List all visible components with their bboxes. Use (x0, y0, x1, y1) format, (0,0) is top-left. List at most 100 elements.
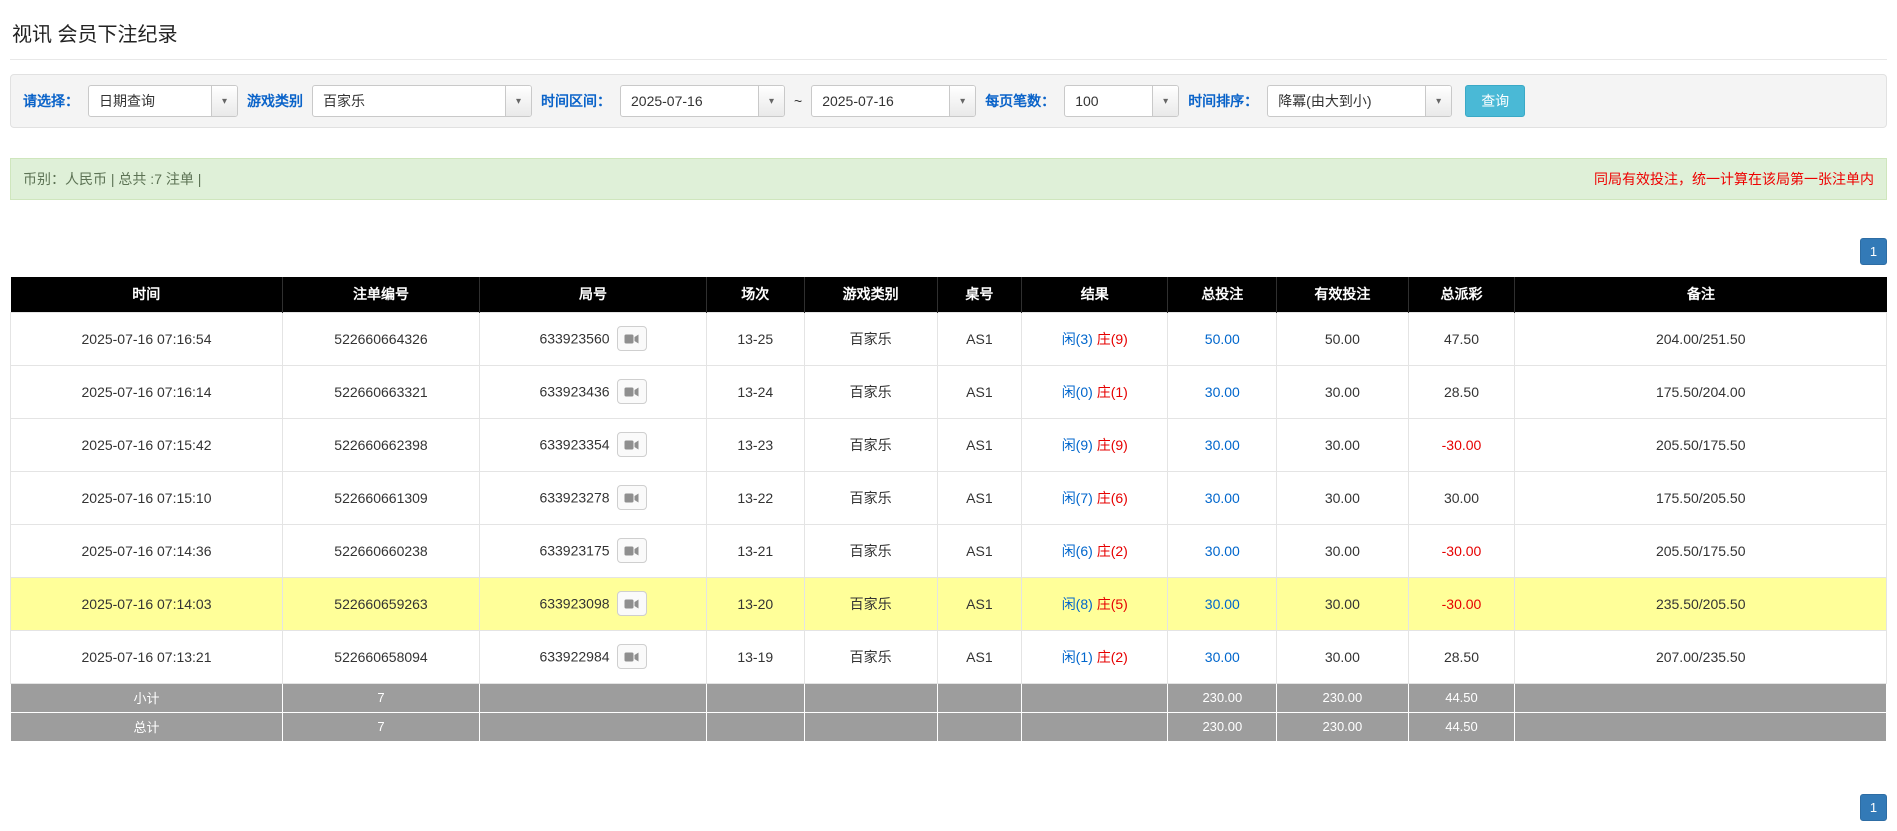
round-detail-button[interactable] (617, 538, 647, 563)
round-detail-button[interactable] (617, 591, 647, 616)
page: 视讯 会员下注纪录 请选择： 日期查询 ▾ 游戏类别 百家乐 ▾ 时间区间： 2… (0, 0, 1897, 831)
cell-table-number: AS1 (937, 630, 1021, 683)
round-detail-button[interactable] (617, 485, 647, 510)
cell-payout: -30.00 (1408, 524, 1515, 577)
column-header: 游戏类别 (804, 277, 937, 312)
cell-result: 闲(8) 庄(5) (1022, 577, 1168, 630)
cell-session: 13-20 (706, 577, 804, 630)
cell-game-type: 百家乐 (804, 630, 937, 683)
cell-result: 闲(1) 庄(2) (1022, 630, 1168, 683)
page-button[interactable]: 1 (1860, 794, 1887, 821)
cell-total-bet[interactable]: 30.00 (1168, 365, 1277, 418)
cell-game-type: 百家乐 (804, 365, 937, 418)
cell-round: 633923436 (479, 365, 706, 418)
combo-value: 2025-07-16 (621, 86, 758, 116)
cell-total-bet[interactable]: 30.00 (1168, 418, 1277, 471)
search-button[interactable]: 查询 (1465, 85, 1525, 117)
page-title: 视讯 会员下注纪录 (12, 18, 1887, 47)
chevron-down-icon[interactable]: ▾ (758, 86, 784, 116)
video-replay-icon (624, 598, 639, 610)
cell-session: 13-25 (706, 312, 804, 365)
date-to-picker[interactable]: 2025-07-16 ▾ (811, 85, 976, 117)
cell-summary-valid-bet: 230.00 (1277, 712, 1408, 741)
table-header-row: 时间注单编号局号场次游戏类别桌号结果总投注有效投注总派彩备注 (11, 277, 1887, 312)
cell-time: 2025-07-16 07:13:21 (11, 630, 283, 683)
result-banker: 庄(5) (1097, 596, 1128, 612)
cell-total-bet[interactable]: 50.00 (1168, 312, 1277, 365)
result-player: 闲(7) (1062, 490, 1093, 506)
cell-time: 2025-07-16 07:15:10 (11, 471, 283, 524)
chevron-down-icon[interactable]: ▾ (949, 86, 975, 116)
cell-note: 204.00/251.50 (1515, 312, 1887, 365)
cell-empty (479, 683, 706, 712)
video-replay-icon (624, 492, 639, 504)
round-number: 633923354 (539, 437, 609, 453)
round-detail-button[interactable] (617, 644, 647, 669)
sort-combo[interactable]: 降冪(由大到小) ▾ (1267, 85, 1452, 117)
round-number: 633923560 (539, 331, 609, 347)
cell-game-type: 百家乐 (804, 418, 937, 471)
page-size-combo[interactable]: 100 ▾ (1064, 85, 1179, 117)
chevron-down-icon[interactable]: ▾ (211, 86, 237, 116)
table-footer: 小计7230.00230.0044.50总计7230.00230.0044.50 (11, 683, 1887, 741)
cell-bet-id: 522660663321 (283, 365, 480, 418)
table-row: 2025-07-16 07:14:36522660660238633923175… (11, 524, 1887, 577)
cell-total-bet[interactable]: 30.00 (1168, 524, 1277, 577)
combo-value: 100 (1065, 86, 1152, 116)
cell-bet-id: 522660662398 (283, 418, 480, 471)
cell-table-number: AS1 (937, 524, 1021, 577)
cell-valid-bet: 30.00 (1277, 630, 1408, 683)
cell-empty (804, 712, 937, 741)
cell-summary-payout: 44.50 (1408, 683, 1515, 712)
chevron-down-icon[interactable]: ▾ (1425, 86, 1451, 116)
cell-empty (937, 712, 1021, 741)
cell-note: 175.50/205.50 (1515, 471, 1887, 524)
cell-summary-label: 小计 (11, 683, 283, 712)
sort-label: 时间排序： (1188, 91, 1258, 111)
cell-empty (1022, 712, 1168, 741)
cell-bet-id: 522660658094 (283, 630, 480, 683)
combo-value: 2025-07-16 (812, 86, 949, 116)
chevron-down-icon[interactable]: ▾ (1152, 86, 1178, 116)
round-number: 633923436 (539, 384, 609, 400)
pagination-bottom: 1 (10, 794, 1887, 821)
cell-empty (1515, 712, 1887, 741)
cell-empty (706, 712, 804, 741)
combo-value: 降冪(由大到小) (1268, 86, 1425, 116)
column-header: 总派彩 (1408, 277, 1515, 312)
cell-session: 13-21 (706, 524, 804, 577)
cell-total-bet[interactable]: 30.00 (1168, 577, 1277, 630)
query-type-combo[interactable]: 日期查询 ▾ (88, 85, 238, 117)
cell-round: 633922984 (479, 630, 706, 683)
date-from-picker[interactable]: 2025-07-16 ▾ (620, 85, 785, 117)
column-header: 注单编号 (283, 277, 480, 312)
cell-total-bet[interactable]: 30.00 (1168, 630, 1277, 683)
cell-game-type: 百家乐 (804, 471, 937, 524)
result-player: 闲(9) (1062, 437, 1093, 453)
result-banker: 庄(6) (1097, 490, 1128, 506)
cell-time: 2025-07-16 07:15:42 (11, 418, 283, 471)
round-detail-button[interactable] (617, 432, 647, 457)
cell-round: 633923278 (479, 471, 706, 524)
cell-bet-id: 522660664326 (283, 312, 480, 365)
column-header: 场次 (706, 277, 804, 312)
round-detail-button[interactable] (617, 379, 647, 404)
cell-round: 633923560 (479, 312, 706, 365)
cell-valid-bet: 30.00 (1277, 418, 1408, 471)
cell-summary-label: 总计 (11, 712, 283, 741)
game-type-combo[interactable]: 百家乐 ▾ (312, 85, 532, 117)
cell-time: 2025-07-16 07:14:03 (11, 577, 283, 630)
cell-payout: -30.00 (1408, 577, 1515, 630)
cell-total-bet[interactable]: 30.00 (1168, 471, 1277, 524)
page-button[interactable]: 1 (1860, 238, 1887, 265)
chevron-down-icon[interactable]: ▾ (505, 86, 531, 116)
combo-value: 百家乐 (313, 86, 505, 116)
date-range-separator: ~ (794, 93, 802, 109)
cell-bet-id: 522660661309 (283, 471, 480, 524)
result-banker: 庄(2) (1097, 543, 1128, 559)
column-header: 结果 (1022, 277, 1168, 312)
round-number: 633923278 (539, 490, 609, 506)
cell-payout: 28.50 (1408, 630, 1515, 683)
cell-result: 闲(3) 庄(9) (1022, 312, 1168, 365)
round-detail-button[interactable] (617, 326, 647, 351)
